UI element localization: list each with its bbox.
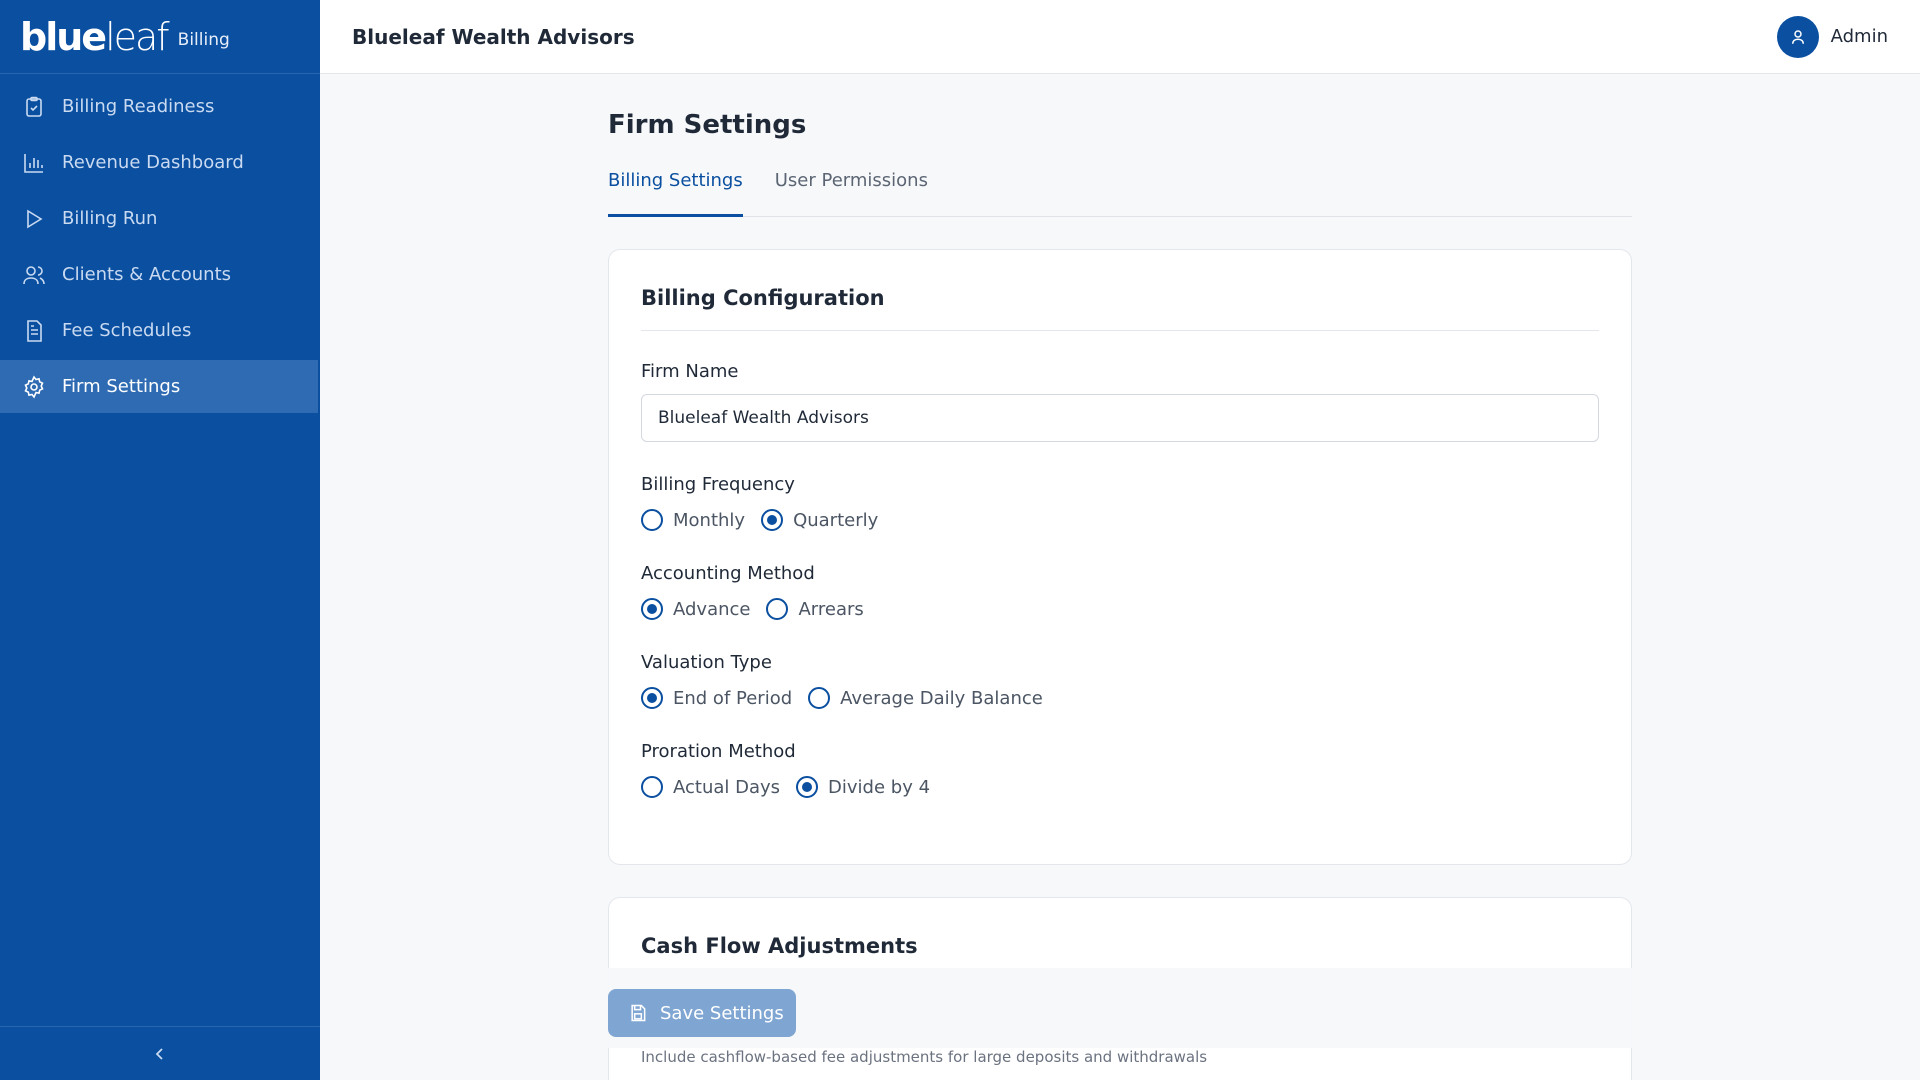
billing-configuration-card: Billing Configuration Firm Name Billing … (608, 249, 1632, 865)
accounting-method-label: Accounting Method (641, 563, 815, 584)
radio-circle (641, 509, 663, 531)
top-header: Blueleaf Wealth Advisors Admin (320, 0, 1920, 74)
sidebar: blueleaf Billing Billing Readiness Reven… (0, 0, 320, 1080)
sidebar-item-label: Clients & Accounts (62, 264, 232, 285)
radio-label: Arrears (798, 598, 864, 620)
billing-frequency-group: Monthly Quarterly (641, 509, 1599, 531)
radio-divide-by-4[interactable]: Divide by 4 (796, 776, 930, 798)
radio-circle-selected (796, 776, 819, 798)
bar-chart-icon (24, 153, 43, 173)
save-settings-button[interactable]: Save Settings (608, 989, 796, 1037)
cash-flow-adjustments-title: Cash Flow Adjustments (641, 934, 918, 958)
radio-label: End of Period (673, 687, 793, 709)
radio-label: Monthly (673, 509, 746, 531)
brand-product-label: Billing (177, 29, 230, 50)
firm-title: Blueleaf Wealth Advisors (352, 24, 635, 49)
page-title: Firm Settings (608, 110, 807, 140)
radio-circle (766, 598, 789, 620)
radio-circle-selected (641, 598, 663, 620)
radio-circle (641, 776, 663, 798)
brand-logo[interactable]: blueleaf (20, 18, 170, 56)
accounting-method-group: Advance Arrears (641, 598, 1599, 620)
sidebar-item-revenue-dashboard[interactable]: Revenue Dashboard (0, 136, 320, 189)
radio-label: Divide by 4 (828, 776, 931, 798)
users-icon (23, 265, 45, 284)
sidebar-item-clients-accounts[interactable]: Clients & Accounts (0, 248, 320, 301)
sidebar-item-billing-run[interactable]: Billing Run (0, 192, 320, 245)
billing-configuration-title: Billing Configuration (641, 250, 1599, 331)
radio-monthly[interactable]: Monthly (641, 509, 745, 531)
radio-arrears[interactable]: Arrears (766, 598, 864, 620)
main-content: Firm Settings Billing Settings User Perm… (608, 74, 1632, 1080)
radio-quarterly[interactable]: Quarterly (761, 509, 878, 531)
billing-frequency-label: Billing Frequency (641, 474, 795, 495)
save-settings-label: Save Settings (660, 1002, 784, 1024)
document-icon (27, 319, 42, 342)
sidebar-item-billing-readiness[interactable]: Billing Readiness (0, 80, 320, 133)
sidebar-item-fee-schedules[interactable]: Fee Schedules (0, 304, 320, 357)
radio-advance[interactable]: Advance (641, 598, 750, 620)
radio-circle-selected (641, 687, 663, 709)
sidebar-item-label: Billing Run (62, 208, 158, 229)
proration-method-label: Proration Method (641, 741, 796, 762)
play-icon (27, 209, 43, 228)
tab-billing-settings[interactable]: Billing Settings (608, 168, 743, 217)
radio-label: Actual Days (673, 776, 781, 798)
chevron-left-icon (155, 1047, 163, 1060)
clipboard-check-icon (26, 96, 42, 117)
tab-user-permissions[interactable]: User Permissions (775, 168, 928, 216)
radio-circle (808, 687, 831, 709)
radio-label: Quarterly (793, 509, 879, 531)
sidebar-item-label: Revenue Dashboard (62, 152, 244, 173)
sidebar-item-label: Fee Schedules (62, 320, 192, 341)
firm-name-input[interactable] (641, 394, 1599, 442)
save-icon (631, 1004, 646, 1022)
valuation-type-label: Valuation Type (641, 652, 772, 673)
sidebar-nav: Billing Readiness Revenue Dashboard Bill… (0, 80, 320, 413)
sidebar-collapse-button[interactable] (0, 1026, 320, 1080)
gear-icon (24, 374, 44, 399)
valuation-type-group: End of Period Average Daily Balance (641, 687, 1599, 709)
radio-actual-days[interactable]: Actual Days (641, 776, 780, 798)
avatar[interactable] (1776, 15, 1819, 58)
firm-name-label: Firm Name (641, 361, 739, 382)
cash-flow-hint: Include cashflow-based fee adjustments f… (641, 1048, 1208, 1066)
brand: blueleaf Billing (0, 0, 320, 74)
proration-method-group: Actual Days Divide by 4 (641, 776, 1599, 798)
radio-end-of-period[interactable]: End of Period (641, 687, 792, 709)
radio-average-daily-balance[interactable]: Average Daily Balance (808, 687, 1043, 709)
sidebar-item-label: Firm Settings (62, 376, 181, 397)
sidebar-item-label: Billing Readiness (62, 96, 215, 117)
radio-label: Average Daily Balance (840, 687, 1043, 709)
user-name: Admin (1830, 26, 1888, 47)
user-menu[interactable]: Admin (1776, 15, 1888, 58)
radio-circle-selected (761, 509, 784, 531)
user-icon (1791, 29, 1804, 44)
settings-tabs: Billing Settings User Permissions (608, 168, 1632, 217)
radio-label: Advance (673, 598, 751, 620)
sidebar-item-firm-settings[interactable]: Firm Settings (0, 360, 318, 413)
